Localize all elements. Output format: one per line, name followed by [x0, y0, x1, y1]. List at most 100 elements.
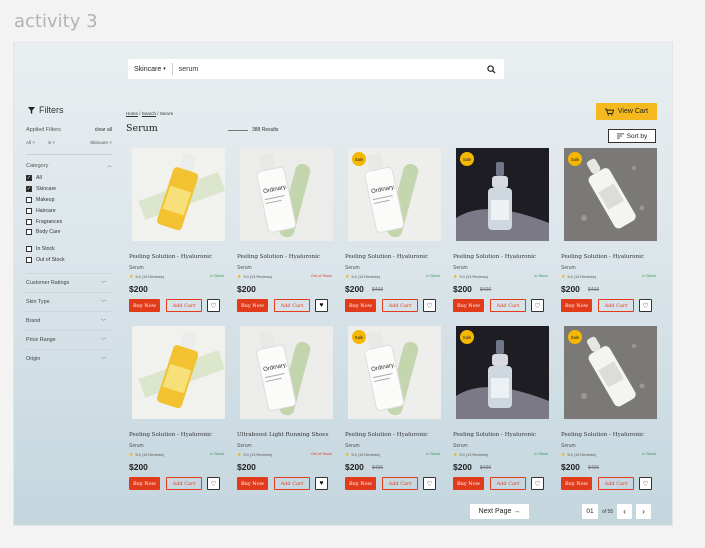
category-option[interactable]: Makeup [26, 195, 112, 206]
product-image[interactable]: Sale [456, 148, 549, 241]
add-cart-button[interactable]: Add Cart [166, 299, 202, 312]
product-card[interactable]: Peeling Solution - Hyaluronic Serum ★ 5.0 (… [126, 148, 230, 318]
wishlist-button[interactable]: ♡ [531, 299, 544, 312]
buy-now-button[interactable]: Buy Now [561, 477, 592, 490]
wishlist-button[interactable]: ♡ [639, 477, 652, 490]
wishlist-button[interactable]: ♥ [315, 477, 328, 490]
add-cart-button[interactable]: Add Cart [598, 477, 634, 490]
product-card[interactable]: Sale Peeling Solution - Hyaluronic Serum ★ 5… [558, 326, 662, 496]
wishlist-button[interactable]: ♡ [423, 477, 436, 490]
checkbox[interactable] [26, 218, 32, 225]
stock-option[interactable]: In Stock [26, 244, 112, 255]
search-category-select[interactable]: Skincare ▾ [128, 63, 173, 75]
product-name[interactable]: Peeling Solution - Hyaluronic [453, 254, 536, 260]
buy-now-button[interactable]: Buy Now [561, 299, 592, 312]
product-card[interactable]: Sale Peeling Solution - Hyaluronic Serum ★ 5… [450, 326, 554, 496]
checkbox[interactable] [26, 256, 32, 263]
next-page-button[interactable]: Next Page → [470, 504, 529, 519]
checkbox[interactable]: ✓ [26, 186, 32, 193]
wishlist-button[interactable]: ♡ [423, 299, 436, 312]
add-cart-button[interactable]: Add Cart [490, 299, 526, 312]
prev-page-button[interactable]: ‹ [617, 504, 633, 519]
product-card[interactable]: Ordinary. Ultraboost Light Running Shoes S… [234, 326, 338, 496]
category-option[interactable]: Haircare [26, 205, 112, 216]
wishlist-button[interactable]: ♡ [207, 299, 220, 312]
search-input[interactable] [172, 65, 484, 73]
product-name[interactable]: Peeling Solution - Hyaluronic [561, 432, 644, 438]
product-name[interactable]: Peeling Solution - Hyaluronic [453, 432, 536, 438]
wishlist-button[interactable]: ♥ [315, 299, 328, 312]
buy-now-button[interactable]: Buy Now [453, 477, 484, 490]
category-option[interactable]: Fragrances [26, 216, 112, 227]
buy-now-button[interactable]: Buy Now [345, 477, 376, 490]
product-image[interactable]: Ordinary. Sale [348, 148, 441, 241]
add-cart-button[interactable]: Add Cart [382, 299, 418, 312]
product-name[interactable]: Peeling Solution - Hyaluronic [345, 432, 428, 438]
add-cart-button[interactable]: Add Cart [166, 477, 202, 490]
buy-now-button[interactable]: Buy Now [237, 299, 268, 312]
product-card[interactable]: Sale Peeling Solution - Hyaluronic Serum ★ 5… [558, 148, 662, 318]
category-option[interactable]: ✓ Skincare [26, 184, 112, 195]
product-image[interactable]: Ordinary. Sale [348, 326, 441, 419]
facet-price-range[interactable]: Price Range ﹀ [26, 330, 112, 349]
filter-chip[interactable]: All × [26, 140, 35, 145]
sort-by-button[interactable]: Sort by [608, 129, 656, 143]
category-header[interactable]: Category ︿ [26, 162, 112, 170]
buy-now-button[interactable]: Buy Now [453, 299, 484, 312]
add-cart-button[interactable]: Add Cart [274, 299, 310, 312]
facet-customer-ratings[interactable]: Customer Ratings ﹀ [26, 273, 112, 292]
page-number-box[interactable]: 01 [582, 504, 598, 519]
product-name[interactable]: Peeling Solution - Hyaluronic [129, 432, 212, 438]
buy-now-button[interactable]: Buy Now [129, 477, 160, 490]
stock-status: Out of Stock [311, 452, 332, 456]
product-image[interactable]: Sale [564, 148, 657, 241]
buy-now-button[interactable]: Buy Now [129, 299, 160, 312]
category-option[interactable]: Body Care [26, 227, 112, 238]
search-button[interactable] [484, 62, 498, 76]
product-image[interactable]: Ordinary. [240, 148, 333, 241]
stock-option[interactable]: Out of Stock [26, 255, 112, 266]
wishlist-button[interactable]: ♡ [531, 477, 544, 490]
checkbox[interactable] [26, 229, 32, 236]
clear-all-link[interactable]: clear all [95, 127, 112, 133]
product-name[interactable]: Peeling Solution - Hyaluronic [237, 254, 320, 260]
product-card[interactable]: Sale Peeling Solution - Hyaluronic Serum ★ 5… [450, 148, 554, 318]
view-cart-button[interactable]: View Cart [596, 103, 657, 120]
checkbox[interactable] [26, 207, 32, 214]
product-card[interactable]: Ordinary. Peeling Solution - Hyaluronic Se… [234, 148, 338, 318]
breadcrumb-home[interactable]: Home [126, 111, 138, 116]
checkbox[interactable] [26, 196, 32, 203]
buy-now-button[interactable]: Buy Now [237, 477, 268, 490]
wishlist-button[interactable]: ♡ [207, 477, 220, 490]
product-image[interactable]: Sale [456, 326, 549, 419]
product-card[interactable]: Peeling Solution - Hyaluronic Serum ★ 5.0 (… [126, 326, 230, 496]
product-image[interactable]: Ordinary. [240, 326, 333, 419]
add-cart-button[interactable]: Add Cart [382, 477, 418, 490]
category-option[interactable]: ✓ All [26, 173, 112, 184]
checkbox[interactable]: ✓ [26, 175, 32, 182]
product-card[interactable]: Ordinary. Sale Peeling Solution - Hyaluron… [342, 326, 446, 496]
facet-brand[interactable]: Brand ﹀ [26, 311, 112, 330]
add-cart-button[interactable]: Add Cart [274, 477, 310, 490]
product-name[interactable]: Peeling Solution - Hyaluronic [345, 254, 428, 260]
product-image[interactable] [132, 148, 225, 241]
add-cart-button[interactable]: Add Cart [598, 299, 634, 312]
checkbox[interactable] [26, 246, 32, 253]
next-page-arrow[interactable]: › [636, 504, 652, 519]
filter-chip[interactable]: Skincare × [90, 140, 112, 145]
product-image[interactable] [132, 326, 225, 419]
add-cart-button[interactable]: Add Cart [490, 477, 526, 490]
chevron-down-icon: ﹀ [100, 318, 106, 325]
product-image[interactable]: Sale [564, 326, 657, 419]
wishlist-button[interactable]: ♡ [639, 299, 652, 312]
facet-origin[interactable]: Origin ﹀ [26, 349, 112, 368]
buy-now-button[interactable]: Buy Now [345, 299, 376, 312]
product-name[interactable]: Ultraboost Light Running Shoes [237, 432, 328, 438]
facet-skin-type[interactable]: Skin Type ﹀ [26, 292, 112, 311]
breadcrumb-search[interactable]: Search [142, 111, 156, 116]
product-rating: ★ 5.0 (13 Reviews) [129, 274, 164, 280]
filter-chip[interactable]: S × [48, 140, 55, 145]
product-name[interactable]: Peeling Solution - Hyaluronic [129, 254, 212, 260]
product-card[interactable]: Ordinary. Sale Peeling Solution - Hyaluron… [342, 148, 446, 318]
product-name[interactable]: Peeling Solution - Hyaluronic [561, 254, 644, 260]
